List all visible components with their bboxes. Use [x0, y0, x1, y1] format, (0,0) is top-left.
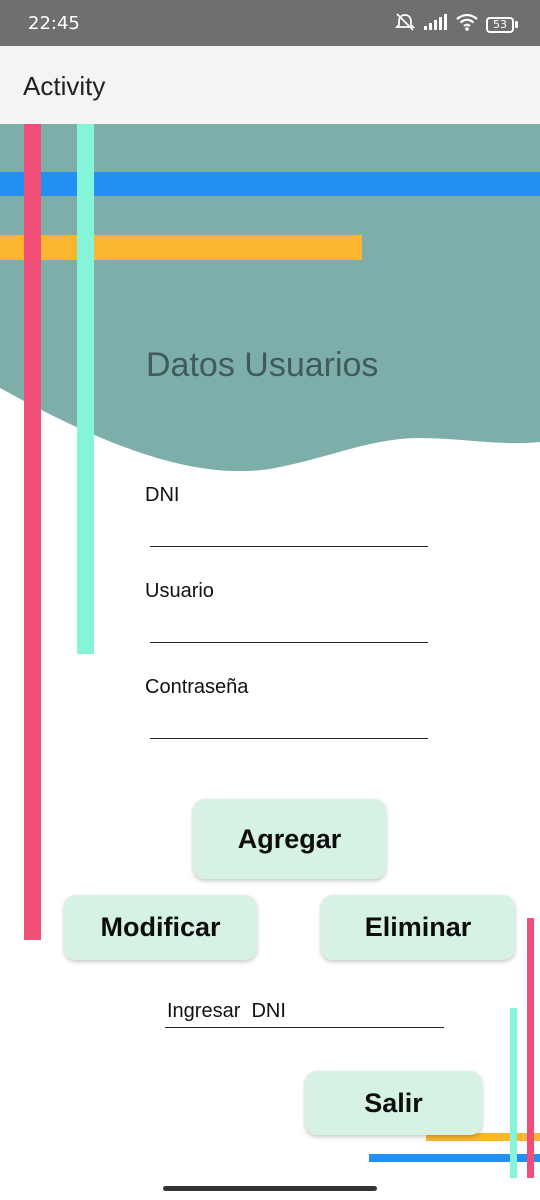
delete-button[interactable]: Eliminar: [321, 895, 515, 960]
usuario-field[interactable]: [150, 642, 428, 643]
decor-stripe-mint: [77, 124, 94, 654]
gesture-nav-bar[interactable]: [163, 1186, 377, 1191]
modify-button[interactable]: Modificar: [64, 895, 257, 960]
app-title: Activity: [23, 71, 106, 101]
dni-label: DNI: [145, 484, 180, 506]
status-time: 22:45: [28, 13, 80, 34]
search-dni-input[interactable]: [165, 996, 444, 1028]
mute-icon: [394, 12, 416, 37]
app-bar: Activity: [0, 46, 540, 124]
battery-icon: 53: [486, 16, 518, 33]
add-button[interactable]: Agregar: [193, 799, 386, 879]
decor-stripe-orange: [0, 235, 362, 260]
battery-level: 53: [486, 16, 514, 33]
dni-field[interactable]: [150, 546, 428, 547]
decor-corner-pink: [527, 918, 534, 1178]
usuario-label: Usuario: [145, 580, 214, 602]
page-title: Datos Usuarios: [146, 346, 379, 384]
contrasena-field[interactable]: [150, 738, 428, 739]
status-bar: 22:45 53: [0, 0, 540, 46]
decor-corner-mint: [510, 1008, 517, 1178]
signal-icon: [424, 14, 448, 35]
status-icons: 53: [394, 12, 518, 37]
exit-button[interactable]: Salir: [305, 1071, 482, 1135]
wifi-icon: [456, 13, 478, 36]
contrasena-label: Contraseña: [145, 676, 249, 698]
decor-stripe-pink: [24, 124, 41, 940]
